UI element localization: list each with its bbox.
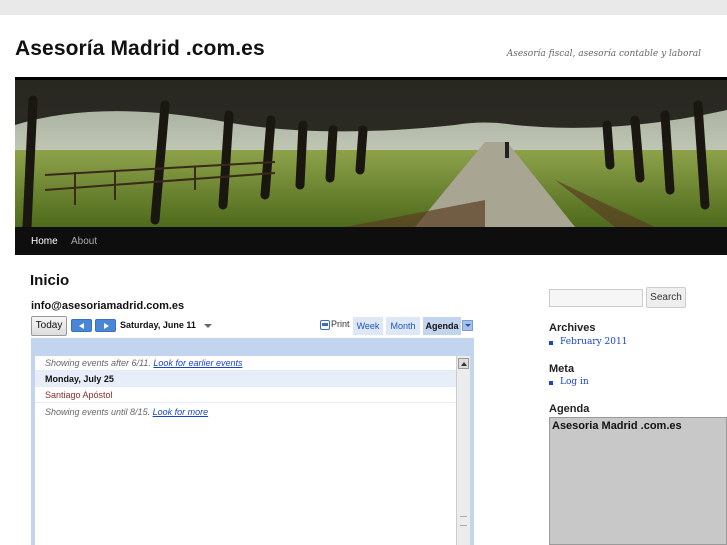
agenda-frame: Showing events after 6/11. Look for earl… bbox=[31, 338, 474, 545]
browser-top-strip bbox=[0, 0, 727, 15]
print-icon[interactable] bbox=[320, 320, 330, 330]
archive-link-february-2011[interactable]: February 2011 bbox=[560, 337, 627, 347]
earlier-events-link[interactable]: Look for earlier events bbox=[153, 358, 242, 368]
agenda-widget-title: Agenda bbox=[549, 403, 590, 415]
date-picker-caret-icon[interactable] bbox=[204, 324, 212, 328]
calendar-name: info@asesoriamadrid.com.es bbox=[31, 300, 185, 312]
login-link[interactable]: Log in bbox=[560, 377, 589, 387]
main-nav: Home About bbox=[15, 227, 727, 255]
today-button[interactable]: Today bbox=[31, 316, 67, 336]
bullet-icon bbox=[549, 381, 553, 385]
agenda-widget: Asesoria Madrid .com.es bbox=[549, 417, 727, 545]
search-button[interactable]: Search bbox=[646, 287, 686, 308]
view-dropdown-icon[interactable] bbox=[462, 320, 473, 331]
tab-agenda[interactable]: Agenda bbox=[423, 317, 461, 335]
nav-about[interactable]: About bbox=[71, 236, 97, 247]
agenda-day-header: Monday, July 25 bbox=[35, 371, 456, 387]
previous-button[interactable] bbox=[71, 319, 92, 332]
agenda-event[interactable]: Santiago Apóstol bbox=[35, 387, 456, 403]
site-title[interactable]: Asesoría Madrid .com.es bbox=[15, 37, 265, 61]
scroll-up-icon[interactable] bbox=[458, 358, 469, 369]
more-events-link[interactable]: Look for more bbox=[153, 407, 209, 417]
agenda-list: Showing events after 6/11. Look for earl… bbox=[35, 356, 456, 545]
tab-week[interactable]: Week bbox=[353, 317, 383, 335]
print-link[interactable]: Print bbox=[331, 319, 350, 329]
scroll-grip-icon[interactable] bbox=[460, 516, 467, 526]
showing-after-text: Showing events after 6/11. bbox=[45, 358, 151, 368]
bullet-icon bbox=[549, 341, 553, 345]
header-image bbox=[15, 80, 727, 227]
meta-title: Meta bbox=[549, 363, 575, 375]
next-button[interactable] bbox=[95, 319, 116, 332]
agenda-notice-after: Showing events until 8/15. Look for more bbox=[35, 404, 456, 420]
archives-title: Archives bbox=[549, 322, 596, 334]
tree-lined-road-image bbox=[15, 80, 727, 227]
nav-home[interactable]: Home bbox=[31, 236, 58, 247]
site-tagline: Asesoría fiscal, asesoría contable y lab… bbox=[506, 49, 701, 59]
tab-month[interactable]: Month bbox=[386, 317, 420, 335]
search-input[interactable] bbox=[549, 289, 643, 307]
agenda-scrollbar[interactable] bbox=[456, 356, 470, 545]
arrow-right-icon bbox=[104, 323, 109, 329]
page-title: Inicio bbox=[30, 272, 70, 289]
embedded-calendar: Today Saturday, June 11 Print Week Month… bbox=[31, 315, 474, 545]
showing-until-text: Showing events until 8/15. bbox=[45, 407, 151, 417]
current-date-label[interactable]: Saturday, June 11 bbox=[120, 320, 196, 330]
header-banner: Home About bbox=[15, 77, 727, 255]
agenda-notice-before: Showing events after 6/11. Look for earl… bbox=[35, 355, 456, 371]
arrow-left-icon bbox=[79, 323, 84, 329]
agenda-widget-name: Asesoria Madrid .com.es bbox=[552, 420, 682, 432]
